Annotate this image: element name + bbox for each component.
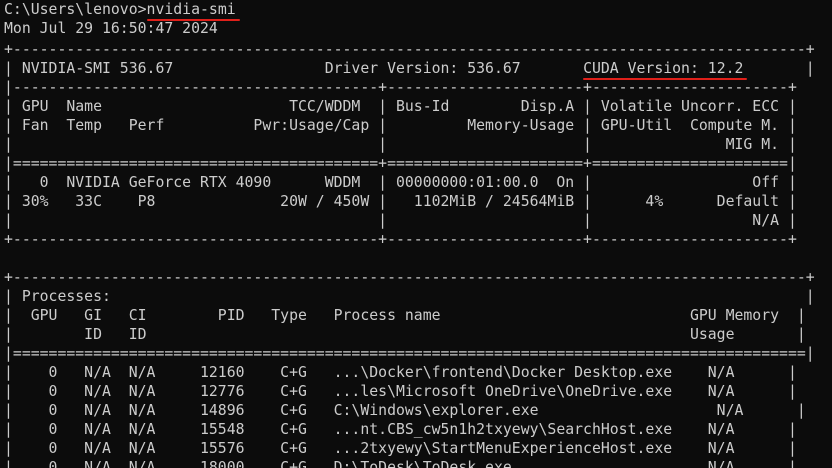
output-line: +---------------------------------------…: [4, 269, 815, 286]
process-row: | 0 N/A N/A 15548 C+G ...nt.CBS_cw5n1h2t…: [4, 421, 797, 438]
output-line: +---------------------------------------…: [4, 231, 797, 248]
gpu-row: | 0 NVIDIA GeForce RTX 4090 WDDM | 00000…: [4, 174, 797, 191]
process-row: | 0 N/A N/A 12160 C+G ...\Docker\fronten…: [4, 364, 797, 381]
process-row: | 0 N/A N/A 14896 C+G C:\Windows\explore…: [4, 402, 806, 419]
processes-title: | Processes: |: [4, 288, 815, 305]
process-row: | 0 N/A N/A 15576 C+G ...2txyewy\StartMe…: [4, 440, 797, 457]
smi-driver-version: | NVIDIA-SMI 536.67 Driver Version: 536.…: [4, 60, 584, 77]
output-line: | GPU Name TCC/WDDM | Bus-Id Disp.A | Vo…: [4, 98, 797, 115]
timestamp: Mon Jul 29 16:50:47 2024: [4, 20, 218, 37]
processes-header: | ID ID Usage |: [4, 326, 806, 343]
output-line: |=======================================…: [4, 345, 815, 362]
prompt-line: C:\Users\lenovo>nvidia-smi: [4, 0, 240, 21]
cuda-version: CUDA Version: 12.2: [583, 60, 748, 80]
processes-header: | GPU GI CI PID Type Process name GPU Me…: [4, 307, 806, 324]
header-line: | NVIDIA-SMI 536.67 Driver Version: 536.…: [4, 59, 815, 80]
output-line: +---------------------------------------…: [4, 41, 815, 58]
gpu-row: | | | N/A |: [4, 212, 797, 229]
terminal-window[interactable]: C:\Users\lenovo>nvidia-smi Mon Jul 29 16…: [0, 0, 832, 468]
cuda-tail: |: [743, 60, 815, 77]
prompt: C:\Users\lenovo>: [4, 1, 147, 18]
output-line: | Fan Temp Perf Pwr:Usage/Cap | Memory-U…: [4, 117, 797, 134]
output-line: |=======================================…: [4, 155, 797, 172]
process-row: | 0 N/A N/A 18000 C+G D:\ToDesk\ToDesk.e…: [4, 459, 797, 468]
command-text: nvidia-smi: [146, 1, 240, 21]
process-row: | 0 N/A N/A 12776 C+G ...les\Microsoft O…: [4, 383, 797, 400]
gpu-row: | 30% 33C P8 20W / 450W | 1102MiB / 2456…: [4, 193, 797, 210]
output-line: |---------------------------------------…: [4, 79, 797, 96]
output-line: | | | MIG M. |: [4, 136, 797, 153]
